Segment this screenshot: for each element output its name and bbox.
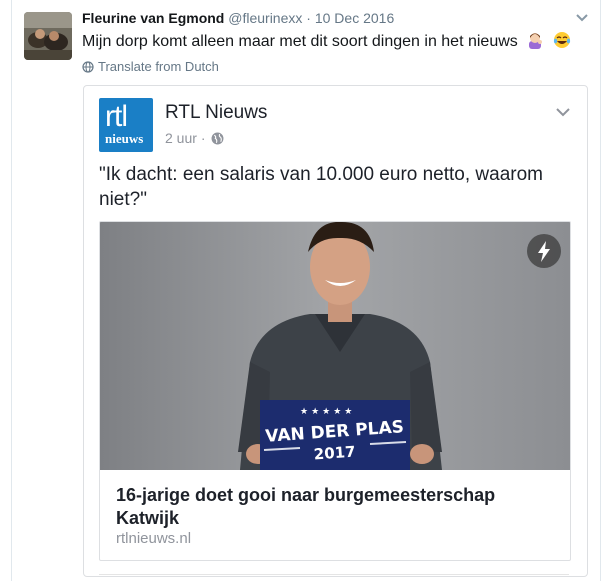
article-domain: rtlnieuws.nl [116,530,192,547]
rtl-nieuws-logo[interactable]: rtl nieuws [99,98,153,152]
avatar[interactable] [24,12,72,60]
tweet-header: Fleurine van Egmond @fleurinexx · 10 Dec… [82,10,394,26]
tweet: Fleurine van Egmond @fleurinexx · 10 Dec… [0,0,601,581]
globe-icon [211,132,224,145]
svg-text:★★★★★: ★★★★★ [300,407,355,417]
sign-line2: 2017 [313,443,356,464]
tweet-text-body: Mijn dorp komt alleen maar met dit soort… [82,33,518,50]
post-time[interactable]: 2 uur [165,130,197,146]
author-name[interactable]: Fleurine van Egmond [82,10,224,26]
woman-tipping-hand-icon [529,33,543,49]
article-headline[interactable]: 16-jarige doet gooi naar burgemeestersch… [116,484,556,530]
chevron-down-icon[interactable] [554,103,572,121]
logo-line2: nieuws [105,131,144,146]
author-handle[interactable]: @fleurinexx [228,10,302,26]
translate-link[interactable]: Translate from Dutch [82,59,219,74]
translate-label: Translate from Dutch [98,59,219,74]
laughing-tears-icon [553,32,570,48]
embedded-facebook-post[interactable]: rtl nieuws RTL Nieuws 2 uur · "Ik dacht:… [83,85,588,577]
divider [99,574,569,575]
post-meta: 2 uur · [165,130,224,146]
chevron-down-icon[interactable] [574,10,590,26]
timeline-rule [11,0,12,581]
meta-separator: · [200,130,206,146]
tweet-date[interactable]: 10 Dec 2016 [315,10,394,26]
instant-article-bolt-icon [527,234,561,268]
globe-icon [82,61,94,73]
separator: · [306,10,311,26]
tweet-text: Mijn dorp komt alleen maar met dit soort… [82,31,571,51]
article-photo[interactable]: ★★★★★ VAN DER PLAS 2017 [100,222,570,470]
post-text: "Ik dacht: een salaris van 10.000 euro n… [99,164,544,210]
logo-line1: rtl [105,100,128,133]
link-preview[interactable]: ★★★★★ VAN DER PLAS 2017 16-jarige doet g… [99,221,571,561]
page-name[interactable]: RTL Nieuws [165,102,267,124]
